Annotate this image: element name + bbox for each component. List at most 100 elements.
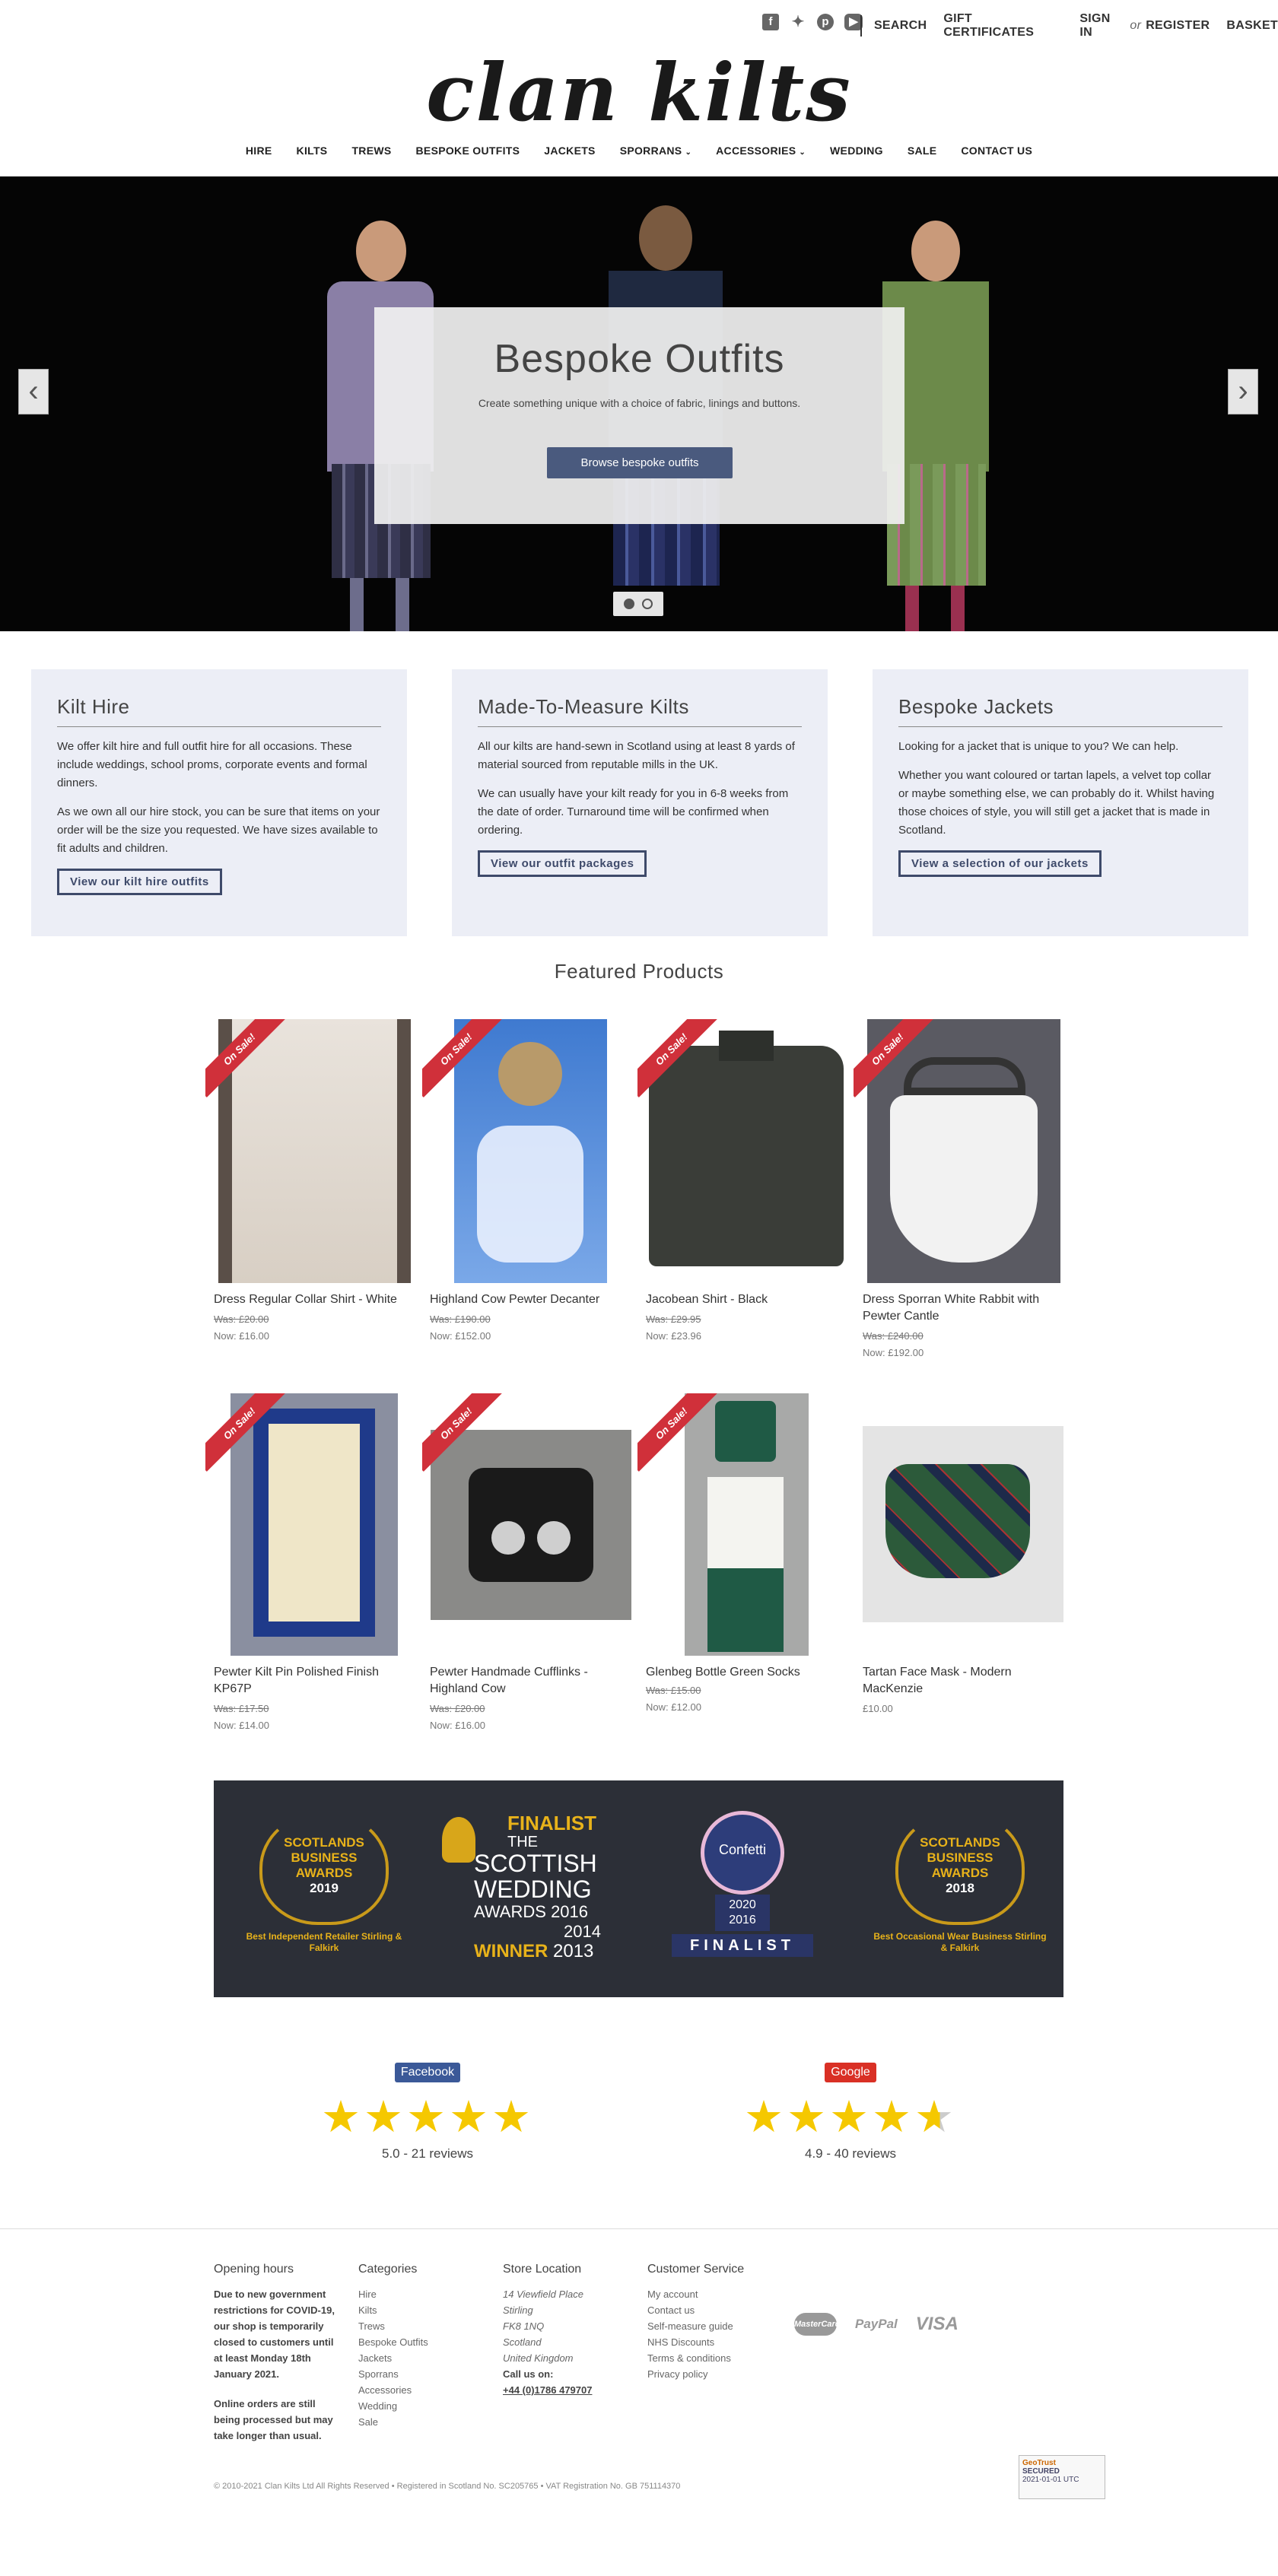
jackets-button[interactable]: View a selection of our jackets: [898, 850, 1102, 877]
product-name[interactable]: Pewter Handmade Cufflinks - Highland Cow: [430, 1664, 635, 1698]
footer-opening-hours: Opening hours Due to new government rest…: [214, 2261, 343, 2444]
award-year: 2014: [564, 1922, 601, 1941]
paypal-icon: PayPal: [855, 2317, 898, 2331]
register-link[interactable]: REGISTER: [1146, 19, 1210, 33]
product-name[interactable]: Dress Regular Collar Shirt - White: [214, 1291, 419, 1308]
award-caption: Best Independent Retailer Stirling & Fal…: [246, 1931, 402, 1953]
product-was-price: Was: £17.50: [214, 1703, 269, 1714]
next-slide-button[interactable]: ›: [1228, 369, 1258, 415]
award-text: BUSINESS: [291, 1850, 358, 1865]
footer-link[interactable]: Jackets: [358, 2350, 428, 2366]
prev-slide-button[interactable]: ‹: [18, 369, 49, 415]
nav-bespoke-outfits[interactable]: BESPOKE OUTFITS: [404, 145, 532, 157]
award-text: SCOTLANDS: [284, 1835, 364, 1850]
product-now-price: Now: £152.00: [430, 1330, 491, 1342]
product-name[interactable]: Jacobean Shirt - Black: [646, 1291, 851, 1308]
award-year: 2016: [551, 1902, 589, 1921]
carousel-dot-1[interactable]: [624, 599, 634, 609]
on-sale-badge: On Sale!: [637, 1019, 729, 1110]
product-now-price: Now: £14.00: [214, 1720, 269, 1731]
product-name[interactable]: Pewter Kilt Pin Polished Finish KP67P: [214, 1664, 419, 1698]
footer-link[interactable]: My account: [647, 2286, 744, 2302]
nav-jackets[interactable]: JACKETS: [532, 145, 607, 157]
google-reviews[interactable]: Google ★★★★★ 4.9 - 40 reviews: [736, 2063, 965, 2161]
footer-link[interactable]: Contact us: [647, 2302, 744, 2318]
divider: [860, 15, 862, 37]
footer-link[interactable]: Terms & conditions: [647, 2350, 744, 2366]
nav-kilts[interactable]: KILTS: [285, 145, 340, 157]
product-name[interactable]: Highland Cow Pewter Decanter: [430, 1291, 635, 1308]
footer-link[interactable]: Sale: [358, 2414, 428, 2430]
footer-link[interactable]: Kilts: [358, 2302, 428, 2318]
trophy-icon: [442, 1817, 475, 1863]
nav-accessories[interactable]: ACCESSORIES ⌄: [704, 145, 818, 157]
geotrust-seal[interactable]: GeoTrust SECURED 2021-01-01 UTC: [1019, 2455, 1105, 2499]
product-name[interactable]: Glenbeg Bottle Green Socks: [646, 1664, 851, 1681]
gift-certificates-link[interactable]: GIFT CERTIFICATES: [943, 12, 1063, 40]
footer-customer-service: Customer Service My account Contact us S…: [647, 2261, 744, 2382]
basket-link[interactable]: BASKET: [1226, 19, 1278, 33]
award-text: THE: [507, 1834, 538, 1850]
twitter-icon[interactable]: ✦: [790, 14, 806, 30]
chevron-right-icon: ›: [1238, 374, 1248, 408]
kilt-hire-button[interactable]: View our kilt hire outfits: [57, 869, 222, 895]
call-label: Call us on:: [503, 2368, 554, 2380]
info-box-kilt-hire: Kilt Hire We offer kilt hire and full ou…: [31, 669, 407, 936]
geotrust-text: SECURED: [1022, 2467, 1060, 2476]
footer-link[interactable]: Accessories: [358, 2382, 428, 2398]
footer-heading: Categories: [358, 2263, 418, 2276]
nav-accessories-label: ACCESSORIES: [716, 145, 796, 157]
facebook-badge: Facebook: [394, 2063, 461, 2082]
facebook-icon[interactable]: f: [762, 14, 779, 30]
footer-link[interactable]: Privacy policy: [647, 2366, 744, 2382]
on-sale-badge: On Sale!: [205, 1393, 297, 1485]
footer-link[interactable]: Bespoke Outfits: [358, 2334, 428, 2350]
award-scotlands-business-2019: SCOTLANDS BUSINESS AWARDS 2019 Best Inde…: [244, 1811, 404, 1954]
award-text: AWARDS: [931, 1866, 989, 1880]
award-text: SCOTTISH: [474, 1850, 597, 1877]
product-was-price: Was: £20.00: [430, 1703, 485, 1714]
featured-products-title: Featured Products: [554, 960, 724, 983]
box-text: We can usually have your kilt ready for …: [478, 787, 789, 837]
product-name[interactable]: Tartan Face Mask - Modern MacKenzie: [863, 1664, 1068, 1698]
on-sale-badge: On Sale!: [205, 1019, 297, 1110]
on-sale-badge: On Sale!: [422, 1393, 513, 1485]
payment-icons: MasterCard PayPal VISA: [794, 2313, 958, 2336]
footer-link[interactable]: Sporrans: [358, 2366, 428, 2382]
product-name[interactable]: Dress Sporran White Rabbit with Pewter C…: [863, 1291, 1068, 1325]
footer-link[interactable]: Trews: [358, 2318, 428, 2334]
award-scotlands-business-2018: SCOTLANDS BUSINESS AWARDS 2018 Best Occa…: [873, 1811, 1048, 1954]
star-rating: ★★★★★: [321, 2092, 534, 2142]
product-was-price: Was: £190.00: [430, 1313, 491, 1325]
footer-link[interactable]: Wedding: [358, 2398, 428, 2414]
nav-trews[interactable]: TREWS: [339, 145, 403, 157]
nav-sporrans[interactable]: SPORRANS ⌄: [608, 145, 704, 157]
footer-link[interactable]: Self-measure guide: [647, 2318, 744, 2334]
nav-contact-us[interactable]: CONTACT US: [949, 145, 1044, 157]
outfit-packages-button[interactable]: View our outfit packages: [478, 850, 647, 877]
product-was-price: Was: £20.00: [214, 1313, 269, 1325]
footer-link[interactable]: Hire: [358, 2286, 428, 2302]
review-summary: 5.0 - 21 reviews: [382, 2146, 473, 2161]
facebook-reviews[interactable]: Facebook ★★★★★ 5.0 - 21 reviews: [313, 2063, 542, 2161]
nav-sale[interactable]: SALE: [895, 145, 949, 157]
top-bar: f ✦ p ▶ SEARCH GIFT CERTIFICATES SIGN IN…: [0, 0, 1278, 43]
or-text: or: [1130, 19, 1142, 32]
carousel-dot-2[interactable]: [642, 599, 653, 609]
on-sale-label: On Sale!: [422, 1019, 504, 1097]
nav-wedding[interactable]: WEDDING: [818, 145, 895, 157]
product-image[interactable]: [863, 1426, 1063, 1622]
sign-in-link[interactable]: SIGN IN: [1079, 12, 1125, 40]
pinterest-icon[interactable]: p: [817, 14, 834, 30]
product-now-price: Now: £23.96: [646, 1330, 701, 1342]
site-logo[interactable]: clan kilts: [0, 47, 1278, 138]
nav-hire[interactable]: HIRE: [234, 145, 285, 157]
search-link[interactable]: SEARCH: [874, 19, 927, 33]
phone-link[interactable]: +44 (0)1786 479707: [503, 2382, 592, 2398]
footer-link[interactable]: NHS Discounts: [647, 2334, 744, 2350]
browse-bespoke-button[interactable]: Browse bespoke outfits: [547, 447, 733, 478]
footer-heading: Opening hours: [214, 2263, 294, 2276]
on-sale-badge: On Sale!: [422, 1019, 513, 1110]
on-sale-label: On Sale!: [637, 1019, 720, 1097]
address-line: FK8 1NQ: [503, 2320, 545, 2332]
